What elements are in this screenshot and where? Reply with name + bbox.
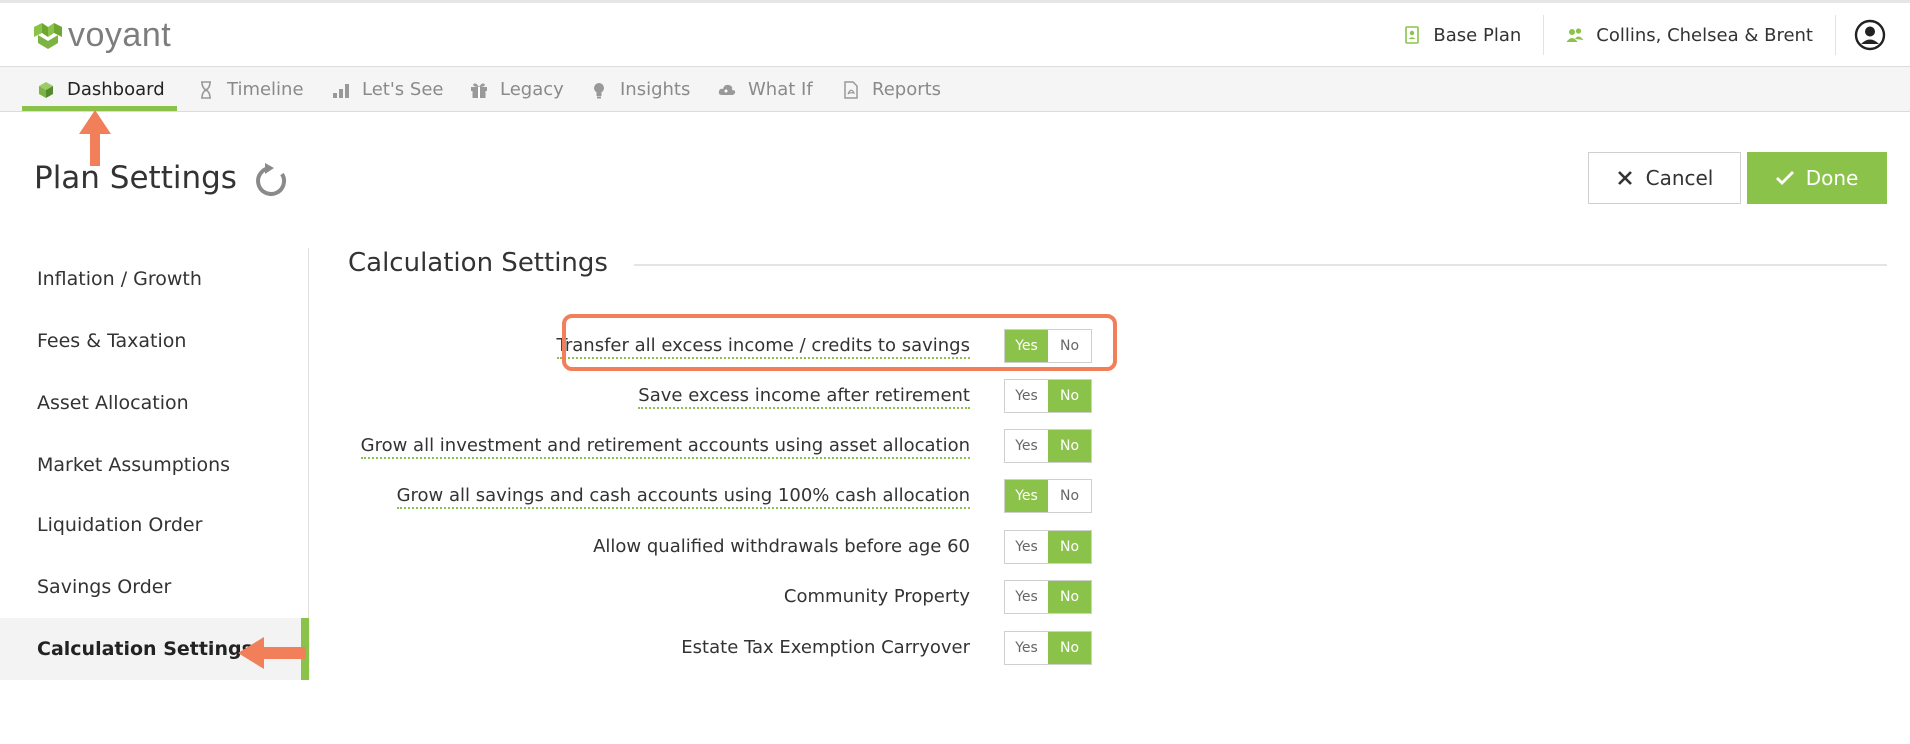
tab-lets-see-label: Let's See: [362, 79, 444, 100]
pdf-file-icon: [844, 80, 858, 99]
sidebar-item-label: Inflation / Growth: [37, 268, 202, 290]
close-icon: [1617, 171, 1632, 185]
user-account-button[interactable]: [1836, 15, 1910, 55]
sidebar-item-fees-taxation[interactable]: Fees & Taxation: [0, 310, 310, 372]
base-plan-menu[interactable]: Base Plan: [1381, 15, 1545, 55]
tab-insights-label: Insights: [620, 79, 691, 100]
toggle-no[interactable]: No: [1048, 480, 1091, 512]
sidebar-item-label: Fees & Taxation: [37, 330, 187, 352]
setting-label[interactable]: Grow all savings and cash accounts using…: [396, 485, 970, 509]
voyant-logo-icon: [34, 23, 62, 49]
sidebar-item-label: Calculation Settings: [37, 638, 253, 660]
sidebar-item-liquidation-order[interactable]: Liquidation Order: [0, 494, 310, 556]
cancel-button[interactable]: Cancel: [1588, 152, 1741, 204]
top-right-menu: Base Plan Collins, Chelsea & Brent: [1381, 3, 1910, 67]
done-label: Done: [1805, 166, 1859, 190]
toggle-no[interactable]: No: [1048, 430, 1091, 462]
setting-label: Estate Tax Exemption Carryover: [681, 637, 970, 658]
sidebar-item-label: Savings Order: [37, 576, 172, 598]
annotation-highlight-box: [562, 314, 1117, 371]
annotation-arrow-up-icon: [79, 110, 111, 166]
client-menu[interactable]: Collins, Chelsea & Brent: [1544, 15, 1836, 55]
yes-no-toggle[interactable]: Yes No: [1004, 530, 1092, 564]
section-divider: [634, 264, 1887, 266]
toggle-yes[interactable]: Yes: [1005, 480, 1048, 512]
toggle-no[interactable]: No: [1048, 531, 1091, 563]
setting-row-grow-savings: Grow all savings and cash accounts using…: [340, 473, 1100, 523]
setting-row-grow-investment: Grow all investment and retirement accou…: [340, 423, 1100, 473]
toggle-no[interactable]: No: [1048, 380, 1091, 412]
bar-chart-icon: [333, 83, 349, 98]
tab-legacy[interactable]: Legacy: [470, 67, 564, 112]
sidebar-item-asset-allocation[interactable]: Asset Allocation: [0, 372, 310, 434]
lightbulb-icon: [594, 82, 604, 98]
annotation-arrow-left-icon: [238, 637, 306, 669]
base-plan-label: Base Plan: [1433, 24, 1522, 46]
cube-icon: [39, 81, 53, 98]
main-nav: Dashboard Timeline Let's See Legacy Insi…: [0, 67, 1910, 112]
sidebar-divider: [308, 248, 309, 618]
voyant-logo[interactable]: voyant: [32, 15, 172, 54]
sidebar-item-inflation-growth[interactable]: Inflation / Growth: [0, 248, 310, 310]
tab-legacy-label: Legacy: [500, 79, 564, 100]
done-button[interactable]: Done: [1747, 152, 1887, 204]
tab-reports-label: Reports: [872, 79, 942, 100]
tab-timeline-label: Timeline: [227, 79, 304, 100]
setting-label: Community Property: [783, 586, 970, 607]
tab-timeline[interactable]: Timeline: [197, 67, 304, 112]
toggle-yes[interactable]: Yes: [1005, 380, 1048, 412]
hourglass-icon: [201, 80, 211, 99]
logo-text: voyant: [68, 15, 172, 54]
tab-what-if-label: What If: [748, 79, 813, 100]
yes-no-toggle[interactable]: Yes No: [1004, 631, 1092, 665]
toggle-yes[interactable]: Yes: [1005, 632, 1048, 664]
section-title: Calculation Settings: [348, 248, 608, 278]
tab-lets-see[interactable]: Let's See: [332, 67, 443, 112]
plan-doc-icon: [1405, 26, 1420, 44]
yes-no-toggle[interactable]: Yes No: [1004, 580, 1092, 614]
cancel-label: Cancel: [1645, 166, 1714, 190]
tab-insights[interactable]: Insights: [590, 67, 690, 112]
setting-row-save-excess: Save excess income after retirement Yes …: [340, 373, 1100, 423]
toggle-no[interactable]: No: [1048, 581, 1091, 613]
setting-row-community-property: Community Property Yes No: [340, 574, 1100, 624]
sidebar-item-market-assumptions[interactable]: Market Assumptions: [0, 434, 310, 496]
sidebar-item-savings-order[interactable]: Savings Order: [0, 556, 310, 618]
setting-label: Allow qualified withdrawals before age 6…: [593, 536, 970, 557]
setting-row-estate-tax: Estate Tax Exemption Carryover Yes No: [340, 625, 1100, 675]
top-bar: voyant Base Plan Collins, Chelsea & Bren…: [0, 0, 1910, 67]
setting-label[interactable]: Save excess income after retirement: [638, 385, 970, 409]
sidebar-item-label: Asset Allocation: [37, 392, 189, 414]
toggle-yes[interactable]: Yes: [1005, 430, 1048, 462]
tab-reports[interactable]: Reports: [842, 67, 941, 112]
gift-icon: [471, 82, 487, 98]
reset-icon[interactable]: [252, 162, 290, 200]
sidebar-item-label: Liquidation Order: [37, 514, 203, 536]
tab-dashboard-label: Dashboard: [67, 79, 165, 100]
yes-no-toggle[interactable]: Yes No: [1004, 429, 1092, 463]
toggle-no[interactable]: No: [1048, 632, 1091, 664]
toggle-yes[interactable]: Yes: [1005, 531, 1048, 563]
toggle-yes[interactable]: Yes: [1005, 581, 1048, 613]
client-label: Collins, Chelsea & Brent: [1596, 24, 1813, 46]
user-circle-icon: [1854, 19, 1886, 51]
sidebar-item-label: Market Assumptions: [37, 454, 231, 476]
people-icon: [1566, 28, 1584, 42]
yes-no-toggle[interactable]: Yes No: [1004, 379, 1092, 413]
setting-label[interactable]: Grow all investment and retirement accou…: [360, 435, 970, 459]
yes-no-toggle[interactable]: Yes No: [1004, 479, 1092, 513]
tab-what-if[interactable]: What If: [718, 67, 813, 112]
page-title: Plan Settings: [34, 160, 237, 196]
cloud-icon: [718, 84, 736, 95]
check-icon: [1775, 171, 1794, 185]
setting-row-qualified-withdrawals: Allow qualified withdrawals before age 6…: [340, 524, 1100, 574]
